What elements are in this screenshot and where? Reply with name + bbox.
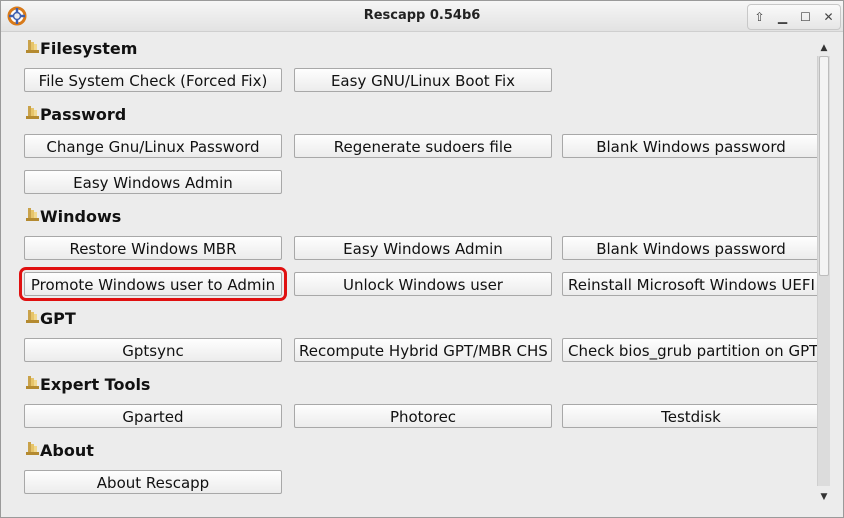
maximize-button[interactable]: ☐ (797, 8, 815, 26)
section-title: Password (40, 104, 127, 124)
change-linux-password-button[interactable]: Change Gnu/Linux Password (24, 134, 282, 158)
photorec-button[interactable]: Photorec (294, 404, 552, 428)
recompute-hybrid-gpt-button[interactable]: Recompute Hybrid GPT/MBR CHS (294, 338, 552, 362)
section-title: Filesystem (40, 38, 138, 58)
restore-windows-mbr-button[interactable]: Restore Windows MBR (24, 236, 282, 260)
regenerate-sudoers-button[interactable]: Regenerate sudoers file (294, 134, 552, 158)
promote-windows-user-button[interactable]: Promote Windows user to Admin (19, 267, 287, 301)
folder-icon (26, 442, 39, 455)
section-windows: Windows (25, 206, 121, 226)
title-bar[interactable]: Rescapp 0.54b6 ⇧ ▁ ☐ ✕ (1, 1, 843, 32)
section-about: About (25, 440, 94, 460)
scroll-track[interactable] (817, 56, 830, 486)
file-system-check-button[interactable]: File System Check (Forced Fix) (24, 68, 282, 92)
scroll-thumb[interactable] (819, 56, 829, 276)
folder-icon (26, 106, 39, 119)
gparted-button[interactable]: Gparted (24, 404, 282, 428)
minimize-button[interactable]: ▁ (774, 8, 792, 26)
section-title: Expert Tools (40, 374, 151, 394)
folder-icon (26, 376, 39, 389)
vertical-scrollbar[interactable]: ▲ ▼ (817, 32, 843, 517)
testdisk-button[interactable]: Testdisk (562, 404, 817, 428)
unlock-windows-user-button[interactable]: Unlock Windows user (294, 272, 552, 296)
main-content: Filesystem File System Check (Forced Fix… (1, 32, 817, 517)
window-controls: ⇧ ▁ ☐ ✕ (747, 4, 841, 30)
section-password: Password (25, 104, 126, 124)
folder-icon (26, 40, 39, 53)
folder-icon (26, 208, 39, 221)
window-title: Rescapp 0.54b6 (363, 8, 481, 23)
keep-above-button[interactable]: ⇧ (751, 8, 769, 26)
section-filesystem: Filesystem (25, 38, 137, 58)
folder-icon (26, 310, 39, 323)
scroll-down-arrow-icon[interactable]: ▼ (817, 490, 831, 504)
app-window: Rescapp 0.54b6 ⇧ ▁ ☐ ✕ Filesystem File S… (0, 0, 844, 518)
section-title: Windows (40, 206, 122, 226)
gptsync-button[interactable]: Gptsync (24, 338, 282, 362)
easy-linux-boot-fix-button[interactable]: Easy GNU/Linux Boot Fix (294, 68, 552, 92)
easy-windows-admin-button[interactable]: Easy Windows Admin (294, 236, 552, 260)
section-title: About (40, 440, 94, 460)
blank-windows-password-button[interactable]: Blank Windows password (562, 134, 817, 158)
close-button[interactable]: ✕ (820, 8, 838, 26)
section-expert-tools: Expert Tools (25, 374, 150, 394)
section-gpt: GPT (25, 308, 76, 328)
easy-windows-admin-button[interactable]: Easy Windows Admin (24, 170, 282, 194)
blank-windows-password-button[interactable]: Blank Windows password (562, 236, 817, 260)
scroll-up-arrow-icon[interactable]: ▲ (817, 41, 831, 55)
reinstall-windows-uefi-button[interactable]: Reinstall Microsoft Windows UEFI (562, 272, 817, 296)
check-bios-grub-button[interactable]: Check bios_grub partition on GPT (562, 338, 817, 362)
about-rescapp-button[interactable]: About Rescapp (24, 470, 282, 494)
section-title: GPT (40, 308, 76, 328)
